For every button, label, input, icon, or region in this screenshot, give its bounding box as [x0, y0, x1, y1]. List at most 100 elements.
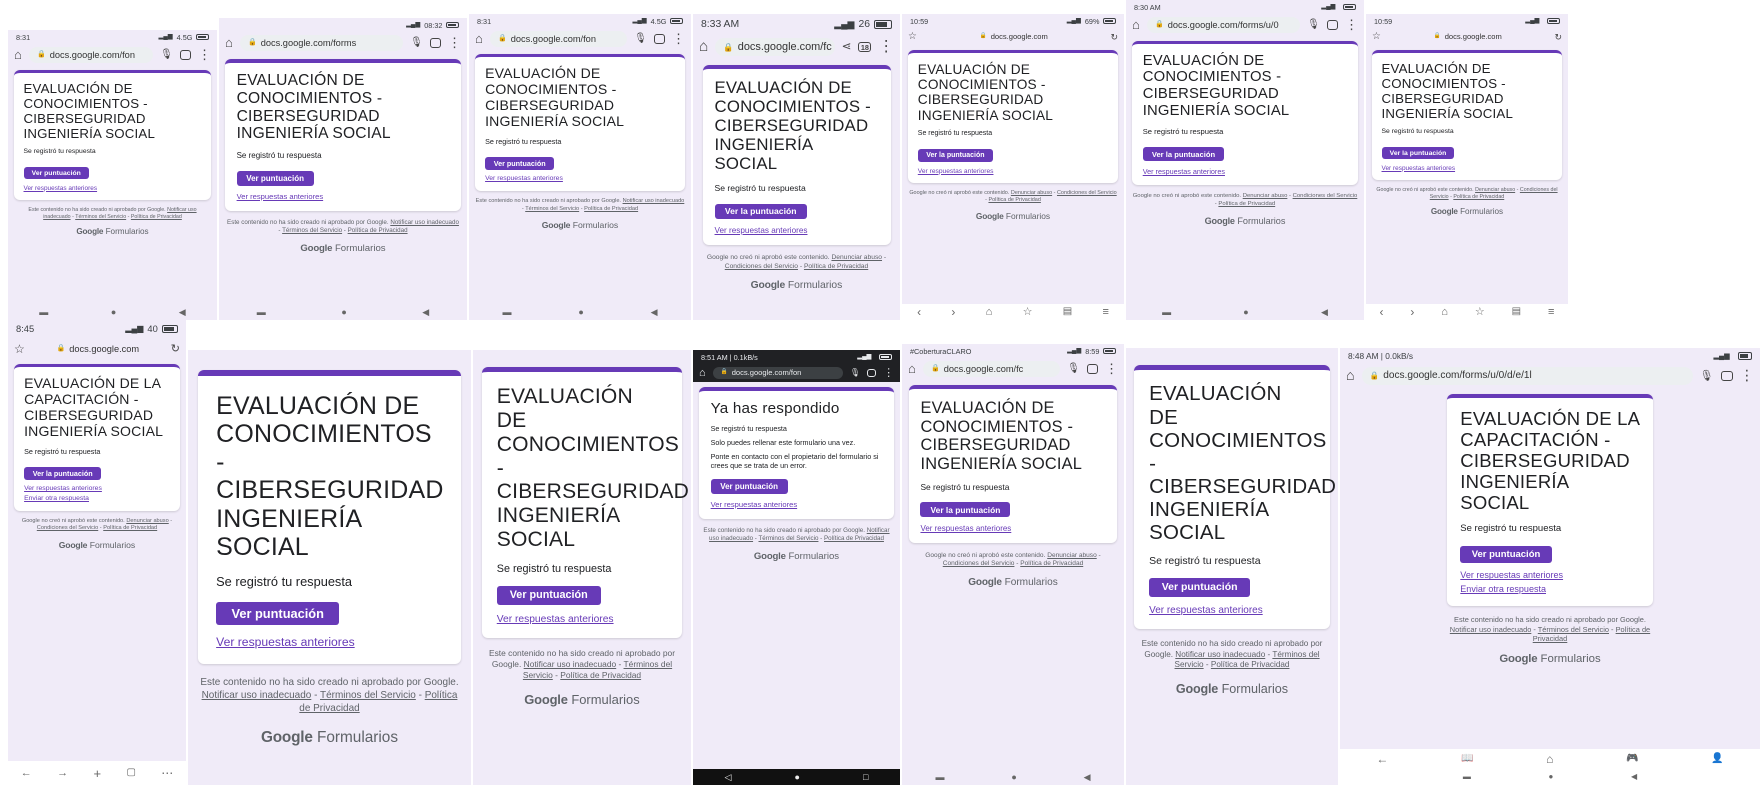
address-bar[interactable]: 🔒 docs.google.com	[1388, 31, 1548, 44]
address-bar[interactable]: 🔒 docs.google.com/fon	[712, 366, 843, 380]
previous-responses-link[interactable]: Ver respuestas anteriores	[485, 175, 675, 182]
privacy-policy-link[interactable]: Política de Privacidad	[103, 525, 157, 531]
view-score-button[interactable]: Ver puntuación	[236, 171, 314, 186]
previous-responses-link[interactable]: Ver respuestas anteriores	[1382, 165, 1553, 172]
mic-icon[interactable]: 🎙	[410, 38, 423, 48]
tab-switcher-icon[interactable]: 18	[858, 41, 872, 53]
tab-switcher-icon[interactable]	[1720, 370, 1733, 382]
previous-responses-link[interactable]: Ver respuestas anteriores	[1149, 605, 1315, 616]
recent-apps-icon[interactable]: ◁	[725, 772, 732, 782]
home-icon[interactable]: ⌂	[1441, 306, 1448, 318]
privacy-policy-link[interactable]: Política de Privacidad	[824, 535, 884, 542]
back-icon[interactable]: ◀	[1321, 307, 1328, 317]
view-score-button[interactable]: Ver la puntuación	[1142, 147, 1225, 162]
mic-icon[interactable]: 🎙	[1067, 364, 1080, 374]
home-icon[interactable]: ⌂	[699, 39, 708, 55]
mic-icon[interactable]: 🎙	[1307, 20, 1320, 30]
report-abuse-link[interactable]: Denunciar abuso	[831, 254, 882, 261]
back-arrow-icon[interactable]: ‹	[1379, 306, 1383, 318]
view-score-button[interactable]: Ver la puntuación	[1381, 147, 1455, 160]
home-button-icon[interactable]: ●	[795, 772, 800, 782]
privacy-policy-link[interactable]: Política de Privacidad	[348, 227, 408, 234]
report-abuse-link[interactable]: Notificar uso inadecuado	[390, 219, 459, 226]
home-button-icon[interactable]: ●	[1548, 773, 1553, 781]
more-menu-icon[interactable]: ⋮	[448, 36, 461, 49]
view-score-button[interactable]: Ver la puntuación	[24, 466, 102, 480]
terms-of-service-link[interactable]: Condiciones del Servicio	[1293, 193, 1358, 199]
privacy-policy-link[interactable]: Política de Privacidad	[988, 197, 1040, 203]
report-abuse-link[interactable]: Denunciar abuso	[1475, 187, 1515, 193]
address-bar[interactable]: 🔒 docs.google.com/forms	[239, 35, 404, 51]
privacy-policy-link[interactable]: Política de Privacidad	[1211, 660, 1290, 669]
more-menu-icon[interactable]: ⋮	[672, 32, 685, 45]
reload-icon[interactable]: ↻	[171, 343, 180, 355]
terms-of-service-link[interactable]: Términos del Servicio	[759, 535, 819, 542]
tabs-icon[interactable]: ▤	[1512, 307, 1521, 317]
back-icon[interactable]: ◀	[1631, 773, 1637, 781]
menu-icon[interactable]: ≡	[1548, 306, 1554, 318]
terms-of-service-link[interactable]: Términos del Servicio	[525, 206, 579, 212]
home-button-icon[interactable]: ●	[578, 307, 583, 317]
terms-of-service-link[interactable]: Términos del Servicio	[1538, 625, 1609, 634]
recent-apps-icon[interactable]: ▬	[502, 307, 511, 317]
privacy-policy-link[interactable]: Política de Privacidad	[560, 670, 641, 680]
game-icon[interactable]: 🎮	[1626, 753, 1638, 765]
report-abuse-link[interactable]: Notificar uso inadecuado	[1175, 650, 1265, 659]
address-bar[interactable]: 🔒 docs.google.com/forms/u/0	[1146, 17, 1301, 33]
terms-of-service-link[interactable]: Términos del Servicio	[75, 214, 126, 220]
reload-icon[interactable]: ↻	[1554, 32, 1562, 42]
privacy-policy-link[interactable]: Política de Privacidad	[1218, 201, 1275, 207]
view-score-button[interactable]: Ver puntuación	[23, 167, 89, 180]
view-score-button[interactable]: Ver puntuación	[710, 479, 788, 494]
address-bar[interactable]: 🔒 docs.google.com/fon	[489, 31, 628, 47]
previous-responses-link[interactable]: Ver respuestas anteriores	[216, 635, 443, 649]
privacy-policy-link[interactable]: Política de Privacidad	[584, 206, 638, 212]
tab-switcher-icon[interactable]	[429, 38, 441, 48]
forward-arrow-icon[interactable]: ›	[1410, 306, 1414, 318]
bookmark-star-icon[interactable]: ☆	[908, 32, 917, 42]
privacy-policy-link[interactable]: Política de Privacidad	[1020, 560, 1083, 567]
address-bar[interactable]: 🔒 docs.google.com/fon	[28, 47, 154, 63]
home-button-icon[interactable]: ●	[1011, 772, 1016, 782]
submit-another-link[interactable]: Enviar otra respuesta	[24, 495, 170, 502]
tab-switcher-icon[interactable]	[1086, 364, 1098, 374]
home-icon[interactable]: ⌂	[1346, 368, 1355, 383]
terms-of-service-link[interactable]: Condiciones del Servicio	[1057, 190, 1117, 196]
address-bar[interactable]: 🔒 docs.google.com/forms/u/0/d/e/1l	[1361, 367, 1693, 385]
terms-of-service-link[interactable]: Condiciones del Servicio	[943, 560, 1015, 567]
previous-responses-link[interactable]: Ver respuestas anteriores	[920, 524, 1105, 533]
back-arrow-icon[interactable]: ←	[1376, 753, 1388, 765]
home-icon[interactable]: ⌂	[1132, 18, 1140, 31]
back-arrow-icon[interactable]: ‹	[917, 306, 921, 318]
address-bar[interactable]: 🔒 docs.google.com/fc	[715, 37, 835, 57]
home-icon[interactable]: ⌂	[1546, 753, 1553, 765]
tabs-icon[interactable]: ▢	[126, 768, 135, 778]
view-score-button[interactable]: Ver puntuación	[485, 156, 555, 170]
new-tab-icon[interactable]: +	[93, 767, 101, 780]
tab-switcher-icon[interactable]	[867, 369, 877, 377]
view-score-button[interactable]: Ver puntuación	[1460, 545, 1552, 563]
back-icon[interactable]: ◀	[422, 307, 429, 317]
bookmark-star-icon[interactable]: ☆	[1475, 306, 1485, 318]
view-score-button[interactable]: Ver puntuación	[1149, 577, 1251, 597]
address-bar[interactable]: 🔒 docs.google.com	[924, 31, 1104, 44]
previous-responses-link[interactable]: Ver respuestas anteriores	[918, 168, 1108, 175]
reload-icon[interactable]: ↻	[1110, 32, 1118, 42]
more-menu-icon[interactable]: ⋮	[883, 367, 894, 379]
address-bar[interactable]: 🔒 docs.google.com/fc	[922, 361, 1061, 377]
view-score-button[interactable]: Ver la puntuación	[917, 149, 993, 163]
home-icon[interactable]: ⌂	[699, 367, 706, 379]
more-menu-icon[interactable]: ⋮	[1740, 368, 1754, 383]
report-abuse-link[interactable]: Notificar uso inadecuado	[202, 690, 312, 701]
home-icon[interactable]: ⌂	[14, 48, 22, 61]
home-button-icon[interactable]: ●	[111, 307, 116, 317]
home-icon[interactable]: ⌂	[908, 362, 916, 375]
menu-icon[interactable]: ≡	[1102, 306, 1108, 318]
more-menu-icon[interactable]: ⋮	[878, 39, 894, 55]
tab-switcher-icon[interactable]	[653, 34, 665, 44]
report-abuse-link[interactable]: Denunciar abuso	[1047, 552, 1097, 559]
recent-apps-icon[interactable]: ▬	[257, 307, 266, 317]
tab-switcher-icon[interactable]	[1326, 20, 1338, 30]
bookmark-star-icon[interactable]: ☆	[14, 343, 25, 355]
terms-of-service-link[interactable]: Condiciones del Servicio	[725, 263, 798, 270]
